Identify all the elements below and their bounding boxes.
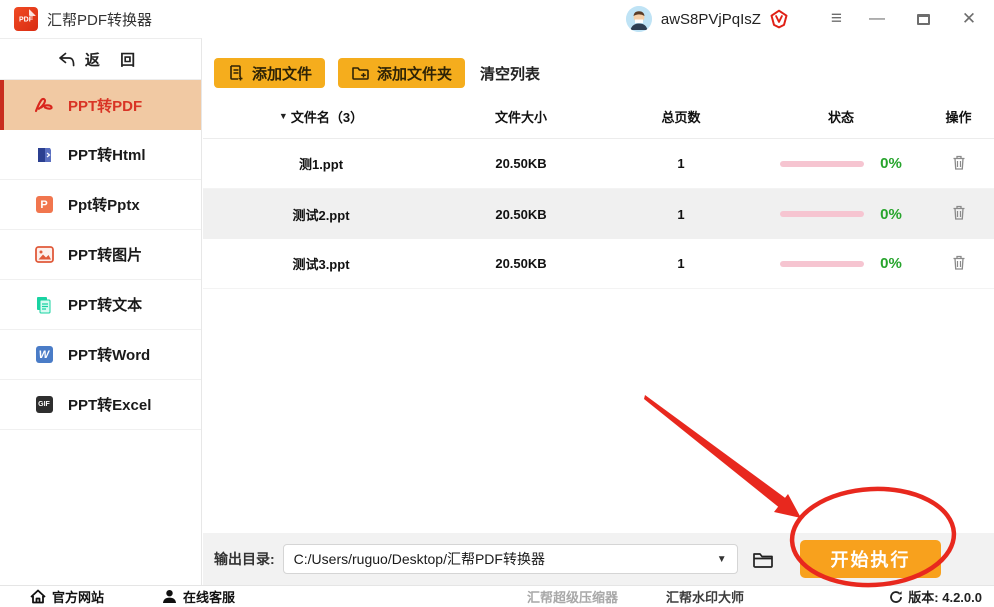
word-w-icon: W	[34, 345, 54, 365]
column-header-action: 操作	[945, 109, 972, 125]
toolbar: 添加文件 添加文件夹 清空列表	[203, 38, 994, 94]
delete-row-button[interactable]	[951, 154, 967, 171]
maximize-icon	[916, 13, 930, 25]
table-row[interactable]: 测试2.ppt 20.50KB 1 0%	[203, 189, 994, 239]
maximize-button[interactable]	[900, 0, 946, 38]
html-book-icon	[34, 145, 54, 165]
cell-filesize: 20.50KB	[495, 156, 547, 171]
folder-icon	[752, 552, 773, 568]
main-panel: 添加文件 添加文件夹 清空列表 ▼ 文件名（3） 文件大小 总页数 状态 操作	[203, 38, 994, 533]
column-header-filename[interactable]: ▼ 文件名（3）	[203, 107, 439, 126]
sidebar-item-ppt-to-image[interactable]: PPT转图片	[0, 230, 201, 280]
sidebar-item-ppt-to-pdf[interactable]: PPT转PDF	[0, 80, 201, 130]
trash-icon	[953, 205, 964, 220]
person-icon	[163, 590, 177, 603]
avatar-person-icon	[625, 6, 652, 32]
trash-icon	[953, 155, 964, 170]
sidebar-item-ppt-to-html[interactable]: PPT转Html	[0, 130, 201, 180]
delete-row-button[interactable]	[951, 254, 967, 271]
start-convert-button[interactable]: 开始执行	[800, 540, 941, 578]
folder-plus-icon	[352, 67, 369, 80]
output-bar: 输出目录: C:/Users/ruguo/Desktop/汇帮PDF转换器 ▼ …	[203, 533, 994, 585]
sidebar-item-label: PPT转Word	[68, 347, 151, 364]
back-arrow-icon	[59, 52, 75, 66]
pptx-p-icon: P	[34, 195, 54, 215]
vip-badge-icon[interactable]	[769, 9, 789, 29]
cell-filename: 测试3.ppt	[292, 257, 350, 272]
cell-pages: 1	[677, 156, 685, 171]
sidebar-item-label: PPT转Html	[68, 147, 146, 164]
add-file-label: 添加文件	[252, 65, 313, 83]
sidebar-item-label: PPT转Excel	[68, 397, 152, 414]
cell-pages: 1	[677, 256, 685, 271]
sidebar-item-label: PPT转文本	[68, 297, 143, 314]
add-folder-label: 添加文件夹	[377, 65, 453, 83]
refresh-icon	[890, 590, 903, 603]
back-label: 返 回	[84, 51, 144, 69]
progress-bar	[780, 211, 865, 217]
online-support-link[interactable]: 在线客服	[162, 587, 235, 606]
progress-percent: 0%	[880, 255, 902, 272]
sidebar-item-label: PPT转PDF	[68, 97, 143, 115]
add-folder-button[interactable]: 添加文件夹	[338, 58, 466, 88]
sidebar-item-ppt-to-excel[interactable]: GIF PPT转Excel	[0, 380, 201, 430]
progress-percent: 0%	[880, 155, 902, 172]
acrobat-pdf-icon	[34, 95, 54, 115]
chevron-down-icon: ▼	[716, 553, 727, 565]
sidebar-item-ppt-to-word[interactable]: W PPT转Word	[0, 330, 201, 380]
gif-doc-icon: GIF	[34, 395, 54, 415]
trash-icon	[953, 255, 964, 270]
official-website-link[interactable]: 官方网站	[30, 587, 104, 606]
close-button[interactable]: ✕	[946, 0, 992, 38]
add-file-button[interactable]: 添加文件	[214, 58, 326, 88]
super-compressor-link[interactable]: 汇帮超级压缩器	[527, 587, 618, 606]
output-dir-label: 输出目录:	[214, 551, 275, 567]
cell-filesize: 20.50KB	[495, 206, 547, 222]
sidebar: 返 回 PPT转PDF PPT转Html P Ppt转Pptx PPT转图片 P…	[0, 38, 202, 585]
sidebar-item-ppt-to-pptx[interactable]: P Ppt转Pptx	[0, 180, 201, 230]
clear-list-button[interactable]: 清空列表	[480, 63, 540, 84]
user-avatar[interactable]	[625, 6, 652, 32]
version-text: 版本: 4.2.0.0	[908, 590, 982, 605]
minimize-button[interactable]: —	[854, 0, 900, 38]
column-header-pages: 总页数	[661, 109, 701, 125]
browse-folder-button[interactable]	[752, 550, 774, 569]
progress-bar	[780, 160, 865, 167]
table-row[interactable]: 测试3.ppt 20.50KB 1 0%	[203, 239, 994, 289]
cell-status: 0%	[759, 206, 923, 223]
cell-filename: 测1.ppt	[298, 157, 344, 172]
titlebar: 汇帮PDF转换器 awS8PVjPqIsZ ≡ — ✕	[0, 0, 994, 38]
back-button[interactable]: 返 回	[0, 39, 201, 80]
table-row[interactable]: 测1.ppt 20.50KB 1 0%	[203, 139, 994, 189]
hamburger-menu-icon[interactable]: ≡	[831, 8, 842, 30]
sort-caret-icon: ▼	[278, 111, 288, 121]
app-title: 汇帮PDF转换器	[47, 11, 153, 29]
column-header-filesize: 文件大小	[494, 109, 547, 125]
watermark-master-link[interactable]: 汇帮水印大师	[666, 587, 744, 606]
image-icon	[34, 245, 54, 265]
progress-percent: 0%	[880, 205, 902, 223]
footer: 官方网站 在线客服 汇帮超级压缩器 汇帮水印大师 版本: 4.2.0.0	[0, 585, 994, 607]
home-icon	[30, 589, 46, 604]
cell-filename: 测试2.ppt	[292, 207, 350, 223]
text-pages-icon	[34, 295, 54, 315]
sidebar-item-label: PPT转图片	[68, 247, 143, 264]
progress-bar	[780, 260, 865, 267]
app-window: 汇帮PDF转换器 awS8PVjPqIsZ ≡ — ✕	[0, 0, 994, 607]
output-dir-path: C:/Users/ruguo/Desktop/汇帮PDF转换器	[293, 551, 545, 567]
sidebar-item-label: Ppt转Pptx	[68, 197, 140, 214]
table-header: ▼ 文件名（3） 文件大小 总页数 状态 操作	[203, 94, 994, 139]
column-header-status: 状态	[827, 109, 854, 125]
output-dir-dropdown[interactable]: C:/Users/ruguo/Desktop/汇帮PDF转换器 ▼	[282, 544, 738, 574]
username: awS8PVjPqIsZ	[660, 10, 761, 28]
version-info: 版本: 4.2.0.0	[889, 587, 982, 606]
cell-status: 0%	[759, 155, 923, 172]
cell-filesize: 20.50KB	[495, 256, 547, 271]
app-logo-pdf-icon	[14, 7, 38, 31]
cell-pages: 1	[677, 206, 685, 222]
cell-status: 0%	[759, 255, 923, 272]
sidebar-item-ppt-to-text[interactable]: PPT转文本	[0, 280, 201, 330]
file-plus-icon	[230, 65, 243, 81]
delete-row-button[interactable]	[951, 204, 967, 221]
